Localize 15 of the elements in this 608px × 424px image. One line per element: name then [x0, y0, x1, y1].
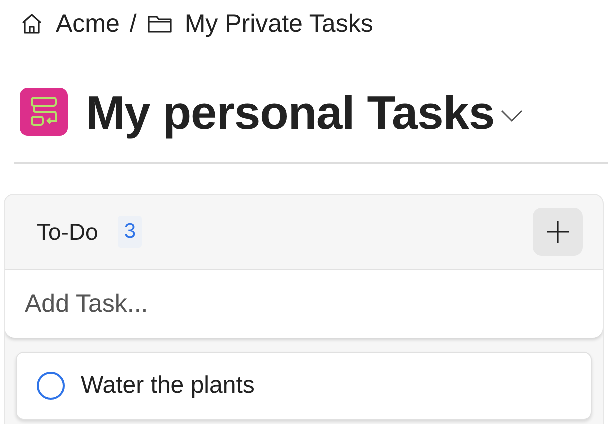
add-task-field[interactable]: Add Task...: [5, 270, 603, 338]
task-checkbox[interactable]: [37, 372, 65, 400]
task-card[interactable]: Water the plants: [16, 352, 592, 420]
project-icon: [20, 88, 68, 136]
add-button[interactable]: [533, 208, 583, 256]
breadcrumb-link[interactable]: Acme: [20, 10, 120, 38]
column-title: To-Do: [37, 218, 98, 246]
project-title: My personal Tasks: [86, 84, 495, 140]
breadcrumb-link[interactable]: My Private Tasks: [146, 10, 374, 38]
home-icon: [20, 12, 44, 36]
breadcrumb-separator: /: [130, 10, 137, 38]
chevron-down-icon[interactable]: [500, 109, 523, 123]
task-title: Water the plants: [81, 372, 255, 400]
task-count-badge: 3: [118, 216, 142, 248]
plus-icon: [546, 220, 570, 244]
